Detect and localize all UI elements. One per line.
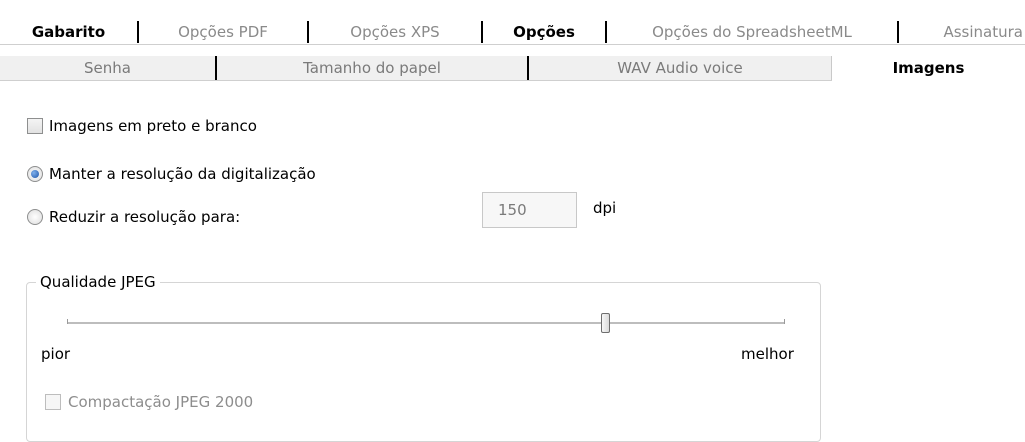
keep-resolution-radio[interactable]: [27, 166, 43, 182]
slider-tick-min: [67, 319, 68, 324]
tab-gabarito[interactable]: Gabarito: [0, 21, 137, 43]
jpeg-quality-slider-track[interactable]: [67, 322, 785, 325]
reduce-resolution-radio[interactable]: [27, 209, 43, 225]
tab-senha[interactable]: Senha: [0, 56, 215, 80]
reduce-resolution-label: Reduzir a resolução para:: [49, 208, 241, 226]
keep-resolution-label: Manter a resolução da digitalização: [49, 165, 316, 183]
tab-opcoes-xps[interactable]: Opções XPS: [309, 21, 481, 43]
jpeg2000-label: Compactação JPEG 2000: [68, 393, 254, 411]
jpeg-quality-slider-thumb[interactable]: [601, 313, 610, 333]
tab-wav-audio-voice[interactable]: WAV Audio voice: [529, 56, 831, 80]
slider-tick-max: [784, 319, 785, 324]
tab-row-divider: [0, 80, 832, 81]
jpeg2000-checkbox[interactable]: [45, 394, 61, 410]
tab-imagens[interactable]: Imagens: [831, 56, 1025, 80]
jpeg-quality-group: [26, 282, 821, 442]
slider-max-label: melhor: [741, 345, 794, 363]
tab-row-settings: Senha Tamanho do papel WAV Audio voice I…: [0, 56, 1025, 80]
tab-row-formats: Gabarito Opções PDF Opções XPS Opções Op…: [0, 21, 1025, 43]
radio-selected-dot: [31, 170, 39, 178]
dpi-unit-label: dpi: [593, 199, 617, 217]
grayscale-label: Imagens em preto e branco: [49, 117, 257, 135]
slider-min-label: pior: [41, 345, 71, 363]
tab-row-divider: [0, 44, 1025, 45]
grayscale-checkbox[interactable]: [27, 118, 43, 134]
tab-opcoes[interactable]: Opções: [483, 21, 605, 43]
dpi-input[interactable]: 150: [482, 192, 577, 228]
tab-opcoes-pdf[interactable]: Opções PDF: [139, 21, 307, 43]
tab-tamanho-do-papel[interactable]: Tamanho do papel: [217, 56, 527, 80]
tab-opcoes-spreadsheetml[interactable]: Opções do SpreadsheetML: [607, 21, 897, 43]
jpeg-quality-title: Qualidade JPEG: [36, 272, 160, 292]
tab-assinatura[interactable]: Assinatura: [899, 21, 1023, 43]
